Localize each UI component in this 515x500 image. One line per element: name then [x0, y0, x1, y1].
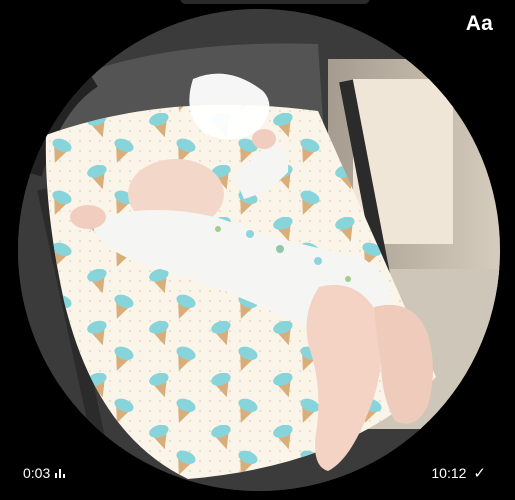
audio-wave-icon	[55, 468, 66, 478]
baby-hand-right	[252, 129, 276, 149]
bodysuit-print-5	[345, 276, 351, 282]
check-icon: ✓	[473, 464, 486, 482]
bodysuit-print-1	[246, 230, 254, 238]
video-duration: 0:03	[23, 465, 51, 481]
video-meta-bar: 0:03 10:12 ✓	[0, 465, 515, 485]
video-frame	[18, 9, 500, 491]
baby-hand-left	[70, 205, 106, 229]
text-size-button[interactable]: Aa	[466, 12, 493, 36]
top-pill	[180, 0, 370, 4]
bodysuit-print-4	[215, 226, 221, 232]
bodysuit-print-2	[276, 245, 284, 253]
sent-time: 10:12	[431, 465, 467, 481]
round-video-message[interactable]	[18, 9, 500, 491]
duration-area: 0:03	[23, 465, 66, 481]
sent-meta: 10:12 ✓	[431, 465, 486, 481]
bodysuit-print-3	[314, 257, 322, 265]
